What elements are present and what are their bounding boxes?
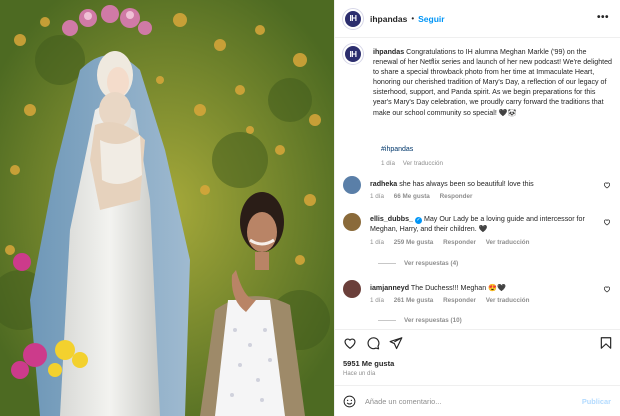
comment-likes[interactable]: 259 Me gusta [394, 239, 434, 246]
comment-username[interactable]: ellis_dubbs_ [370, 215, 413, 223]
comment-like-icon[interactable] [603, 181, 611, 191]
comment-avatar[interactable] [343, 280, 361, 298]
emoji-icon[interactable] [343, 395, 356, 408]
publish-button[interactable]: Publicar [582, 397, 611, 406]
comment-likes[interactable]: 261 Me gusta [394, 297, 434, 304]
comment-like-icon[interactable] [603, 218, 611, 228]
comment-username[interactable]: iamjanneyd [370, 284, 409, 292]
comment-time: 1 día [370, 193, 385, 200]
caption-username[interactable]: ihpandas [373, 48, 404, 56]
avatar-initials: IH [349, 14, 358, 23]
bookmark-icon[interactable] [599, 336, 613, 350]
comment-meta: 1 día 259 Me gusta Responder Ver traducc… [370, 239, 537, 246]
comment-translate-link[interactable]: Ver traducción [486, 239, 530, 246]
caption-text: ihpandas Congratulations to IH alumna Me… [373, 47, 613, 118]
share-icon[interactable] [389, 336, 403, 350]
comment-icon[interactable] [366, 336, 380, 350]
caption-meta: 1 día Ver traducción [381, 160, 443, 167]
likes-count[interactable]: 5951 Me gusta [343, 359, 394, 368]
header-username[interactable]: ihpandas [370, 14, 407, 24]
caption-body: Congratulations to IH alumna Meghan Mark… [373, 48, 612, 117]
post-image [0, 0, 334, 416]
follow-button[interactable]: Seguir [418, 14, 444, 24]
post-actions: 5951 Me gusta Hace un día [335, 329, 620, 385]
verified-icon: ✓ [414, 217, 422, 224]
comment-text: radheka she has always been so beautiful… [370, 179, 600, 189]
reply-button[interactable]: Responder [440, 193, 473, 200]
hashtag-link[interactable]: #ihpandas [381, 146, 413, 153]
post-photo[interactable] [0, 0, 334, 416]
caption-avatar[interactable]: IH [343, 44, 363, 64]
comment-text: iamjanneyd The Duchess!!! Meghan 😍🖤 [370, 283, 600, 293]
more-options-icon[interactable]: ••• [597, 12, 609, 23]
comment-body: The Duchess!!! Meghan 😍🖤 [410, 284, 506, 292]
comment-meta: 1 día 261 Me gusta Responder Ver traducc… [370, 297, 537, 304]
heart-icon[interactable] [343, 336, 357, 350]
post-header: IH ihpandas • Seguir ••• [335, 0, 620, 38]
caption-time: 1 día [381, 160, 396, 167]
comment-body: she has always been so beautiful! love t… [399, 180, 534, 188]
view-replies-button[interactable]: Ver respuestas (10) [378, 317, 462, 324]
post-time: Hace un día [343, 371, 376, 377]
comment-meta: 1 día 66 Me gusta Responder [370, 193, 480, 200]
post-side-panel: IH ihpandas • Seguir ••• IH ihpandas Con… [334, 0, 620, 416]
avatar[interactable]: IH [343, 8, 363, 29]
comment-avatar[interactable] [343, 213, 361, 231]
header-separator: • [411, 14, 415, 23]
comment-username[interactable]: radheka [370, 180, 397, 188]
caption-avatar-initials: IH [349, 49, 358, 59]
add-comment-bar: Publicar [335, 385, 620, 416]
comments-scroll-area[interactable]: IH ihpandas Congratulations to IH alumna… [335, 38, 620, 329]
comment-time: 1 día [370, 239, 385, 246]
caption-translate-link[interactable]: Ver traducción [403, 160, 443, 167]
comment-avatar[interactable] [343, 176, 361, 194]
comment-input[interactable] [365, 392, 575, 410]
comment-time: 1 día [370, 297, 385, 304]
view-replies-button[interactable]: Ver respuestas (4) [378, 260, 458, 267]
comment-translate-link[interactable]: Ver traducción [486, 297, 530, 304]
reply-button[interactable]: Responder [443, 297, 476, 304]
reply-button[interactable]: Responder [443, 239, 476, 246]
comment-likes[interactable]: 66 Me gusta [394, 193, 430, 200]
comment-like-icon[interactable] [603, 285, 611, 295]
comment-text: ellis_dubbs_ ✓ May Our Lady be a loving … [370, 214, 600, 234]
